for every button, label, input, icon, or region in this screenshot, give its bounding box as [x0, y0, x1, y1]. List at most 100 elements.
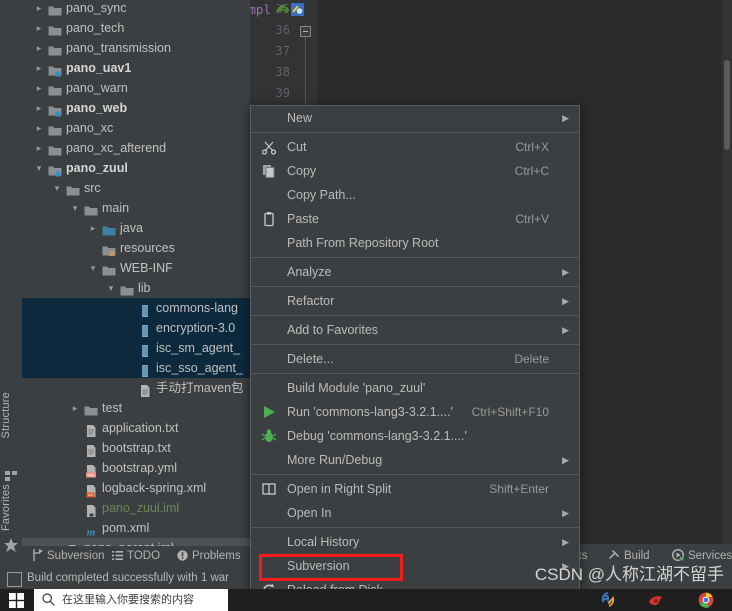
tool-button-problems[interactable]: Problems — [177, 546, 241, 567]
submenu-arrow-icon: ▶ — [562, 113, 569, 123]
menu-item[interactable]: Delete... Delete — [251, 347, 579, 371]
editor-line[interactable]: private SampleStatisticsMapper sampl — [250, 2, 271, 17]
tree-row[interactable]: m pom.xml — [22, 518, 250, 539]
taskbar-search-box[interactable]: 在这里输入你要搜索的内容 — [34, 589, 228, 611]
tree-item-label: main — [102, 201, 130, 215]
tree-row[interactable]: ▾ WEB-INF — [22, 258, 250, 278]
watermark-text: CSDN @人称江湖不留手 — [534, 565, 724, 584]
tree-row[interactable]: ▸ java — [22, 218, 250, 238]
menu-separator — [251, 474, 579, 475]
menu-item[interactable]: Run 'commons-lang3-3.2.1....' Ctrl+Shift+… — [251, 400, 579, 424]
search-icon — [42, 593, 55, 606]
tree-item-label: lib — [138, 281, 151, 295]
submenu-arrow-icon: ▶ — [562, 325, 569, 335]
chevron-right-icon[interactable]: ▸ — [88, 218, 98, 238]
tree-row[interactable]: ▸ pano_sync — [22, 0, 250, 18]
menu-item[interactable]: Open In ▶ — [251, 501, 579, 525]
tool-button-todo[interactable]: TODO — [112, 546, 160, 567]
tree-row[interactable]: ▾ src — [22, 178, 250, 198]
tree-row[interactable]: application.txt — [22, 418, 250, 438]
menu-item[interactable]: Local History ▶ — [251, 530, 579, 554]
chevron-right-icon[interactable]: ▸ — [34, 58, 44, 78]
chevron-right-icon[interactable]: ▸ — [34, 38, 44, 58]
tree-row[interactable]: <> logback-spring.xml — [22, 478, 250, 498]
menu-item-shortcut: Ctrl+C — [514, 164, 549, 178]
tree-item-label: pano_web — [66, 101, 128, 115]
menu-item[interactable]: Cut Ctrl+X — [251, 135, 579, 159]
project-tree[interactable]: ▸ pano_sync ▸ pano_tech ▸ pano_transmission ▸ p… — [22, 0, 250, 568]
chevron-down-icon[interactable]: ▾ — [52, 178, 62, 198]
browser-icon[interactable] — [600, 592, 616, 608]
submenu-arrow-icon: ▶ — [562, 455, 569, 465]
start-button[interactable] — [0, 589, 34, 611]
menu-item[interactable]: Path From Repository Root — [251, 231, 579, 255]
menu-item[interactable]: Build Module 'pano_zuul' — [251, 376, 579, 400]
tree-row[interactable]: ▸ pano_xc — [22, 118, 250, 138]
editor-scroll-thumb[interactable] — [724, 60, 730, 150]
chevron-right-icon[interactable]: ▸ — [34, 138, 44, 158]
chevron-down-icon[interactable]: ▾ — [88, 258, 98, 278]
tree-row[interactable]: bootstrap.txt — [22, 438, 250, 458]
tree-row[interactable]: isc_sm_agent_ — [22, 338, 250, 358]
menu-item[interactable]: New ▶ — [251, 106, 579, 130]
tree-row[interactable]: ▾ pano_zuul — [22, 158, 250, 178]
menu-item[interactable]: Debug 'commons-lang3-3.2.1....' — [251, 424, 579, 448]
menu-item[interactable]: Refactor ▶ — [251, 289, 579, 313]
menu-item[interactable]: Copy Ctrl+C — [251, 159, 579, 183]
windows-start-icon — [9, 593, 24, 608]
tree-item-label: WEB-INF — [120, 261, 173, 275]
tree-row[interactable]: ▸ pano_warn — [22, 78, 250, 98]
status-bar-message: Build completed successfully with 1 war — [27, 572, 229, 584]
tree-row[interactable]: ▸ pano_web — [22, 98, 250, 118]
menu-separator — [251, 286, 579, 287]
chevron-down-icon[interactable]: ▾ — [106, 278, 116, 298]
tree-row[interactable]: ▸ pano_tech — [22, 18, 250, 38]
tree-row[interactable]: ▸ test — [22, 398, 250, 418]
editor-scrollbar[interactable] — [722, 0, 732, 544]
red-app-icon[interactable] — [648, 592, 664, 608]
chevron-right-icon[interactable]: ▸ — [34, 18, 44, 38]
tree-row[interactable]: ▾ lib — [22, 278, 250, 298]
event-log-icon[interactable] — [7, 572, 22, 587]
tree-item-label: logback-spring.xml — [102, 481, 207, 495]
tree-row[interactable]: isc_sso_agent_ — [22, 358, 250, 378]
menu-item-label: Refactor — [287, 294, 335, 308]
svg-text:YML: YML — [87, 473, 96, 478]
tree-row[interactable]: commons-lang — [22, 298, 250, 318]
tree-row[interactable]: YML bootstrap.yml — [22, 458, 250, 478]
menu-item-label: Debug 'commons-lang3-3.2.1....' — [287, 429, 467, 443]
tree-row[interactable]: ▸ pano_xc_afterend — [22, 138, 250, 158]
chevron-right-icon[interactable]: ▸ — [34, 118, 44, 138]
menu-separator — [251, 315, 579, 316]
context-menu[interactable]: New ▶ Cut Ctrl+X Copy Ctrl+C Copy Path... Paste… — [250, 105, 580, 589]
left-tool-strip: Structure Favorites — [0, 0, 23, 568]
menu-item[interactable]: Analyze ▶ — [251, 260, 579, 284]
menu-item[interactable]: Copy Path... — [251, 183, 579, 207]
menu-item-label: More Run/Debug — [287, 453, 383, 467]
tool-button-subversion[interactable]: Subversion — [32, 546, 105, 567]
menu-item[interactable]: Add to Favorites ▶ — [251, 318, 579, 342]
tree-row[interactable]: ▸ pano_transmission — [22, 38, 250, 58]
tree-row[interactable]: ▸ pano_uav1 — [22, 58, 250, 78]
tree-row[interactable]: 手动打maven包 — [22, 378, 250, 398]
chevron-right-icon[interactable]: ▸ — [34, 98, 44, 118]
chevron-down-icon[interactable]: ▾ — [34, 158, 44, 178]
tree-row[interactable]: pano_zuul.iml — [22, 498, 250, 518]
chrome-icon[interactable] — [698, 592, 714, 608]
tree-row[interactable]: ▾ main — [22, 198, 250, 218]
tree-row[interactable]: resources — [22, 238, 250, 258]
sidebar-tab-favorites[interactable]: Favorites — [0, 484, 22, 531]
menu-item[interactable]: Open in Right Split Shift+Enter — [251, 477, 579, 501]
menu-item-label: Delete... — [287, 352, 334, 366]
chevron-right-icon[interactable]: ▸ — [34, 0, 44, 18]
chevron-right-icon[interactable]: ▸ — [34, 78, 44, 98]
menu-separator — [251, 132, 579, 133]
chevron-right-icon[interactable]: ▸ — [70, 398, 80, 418]
sidebar-tab-structure[interactable]: Structure — [0, 392, 22, 438]
menu-item[interactable]: Paste Ctrl+V — [251, 207, 579, 231]
menu-item[interactable]: More Run/Debug ▶ — [251, 448, 579, 472]
warning-icon — [177, 550, 188, 561]
tree-row[interactable]: encryption-3.0 — [22, 318, 250, 338]
tool-button-todo-label: TODO — [127, 550, 161, 562]
chevron-down-icon[interactable]: ▾ — [70, 198, 80, 218]
